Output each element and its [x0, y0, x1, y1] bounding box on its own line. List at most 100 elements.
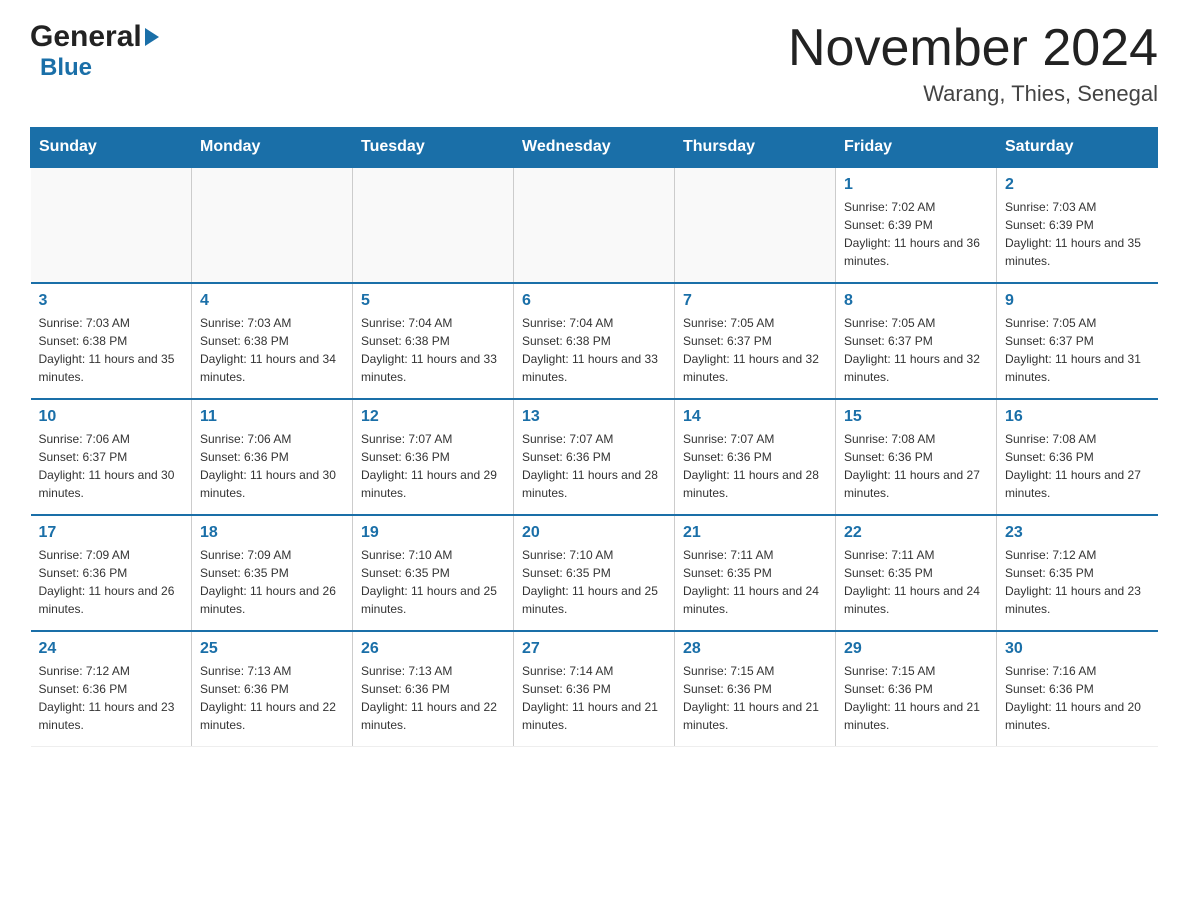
day-number: 22 — [844, 524, 988, 542]
day-number: 7 — [683, 292, 827, 310]
day-number: 20 — [522, 524, 666, 542]
day-info: Sunrise: 7:07 AM Sunset: 6:36 PM Dayligh… — [683, 430, 827, 502]
day-info: Sunrise: 7:06 AM Sunset: 6:36 PM Dayligh… — [200, 430, 344, 502]
day-number: 15 — [844, 408, 988, 426]
day-number: 2 — [1005, 176, 1150, 194]
calendar-week-row: 24 Sunrise: 7:12 AM Sunset: 6:36 PM Dayli… — [31, 631, 1158, 747]
day-of-week-header: Saturday — [997, 128, 1158, 168]
calendar-cell: 4Sunrise: 7:03 AM Sunset: 6:38 PM Daylig… — [192, 283, 353, 399]
day-number: 6 — [522, 292, 666, 310]
day-number: 8 — [844, 292, 988, 310]
calendar-cell — [514, 167, 675, 283]
calendar-cell: 15 Sunrise: 7:08 AM Sunset: 6:36 PM Dayli… — [836, 399, 997, 515]
calendar-cell — [192, 167, 353, 283]
day-number: 16 — [1005, 408, 1150, 426]
calendar-cell: 28 Sunrise: 7:15 AM Sunset: 6:36 PM Dayli… — [675, 631, 836, 747]
calendar-cell: 6 Sunrise: 7:04 AM Sunset: 6:38 PM Daylig… — [514, 283, 675, 399]
calendar-cell: 2 Sunrise: 7:03 AM Sunset: 6:39 PM Daylig… — [997, 167, 1158, 283]
day-of-week-header: Wednesday — [514, 128, 675, 168]
calendar-cell: 30Sunrise: 7:16 AM Sunset: 6:36 PM Dayli… — [997, 631, 1158, 747]
logo-triangle-icon — [145, 28, 159, 46]
day-info: Sunrise: 7:16 AM Sunset: 6:36 PM Dayligh… — [1005, 662, 1150, 734]
calendar-cell: 12 Sunrise: 7:07 AM Sunset: 6:36 PM Dayli… — [353, 399, 514, 515]
calendar-header-row: SundayMondayTuesdayWednesdayThursdayFrid… — [31, 128, 1158, 168]
calendar-cell: 25Sunrise: 7:13 AM Sunset: 6:36 PM Dayli… — [192, 631, 353, 747]
logo-blue-text: Blue — [40, 54, 92, 81]
calendar-cell: 14 Sunrise: 7:07 AM Sunset: 6:36 PM Dayli… — [675, 399, 836, 515]
day-number: 10 — [39, 408, 184, 426]
day-info: Sunrise: 7:12 AM Sunset: 6:36 PM Dayligh… — [39, 662, 184, 734]
day-number: 26 — [361, 640, 505, 658]
calendar-week-row: 10 Sunrise: 7:06 AM Sunset: 6:37 PM Dayli… — [31, 399, 1158, 515]
day-number: 19 — [361, 524, 505, 542]
day-number: 12 — [361, 408, 505, 426]
day-of-week-header: Sunday — [31, 128, 192, 168]
day-number: 14 — [683, 408, 827, 426]
calendar-week-row: 3 Sunrise: 7:03 AM Sunset: 6:38 PM Daylig… — [31, 283, 1158, 399]
day-info: Sunrise: 7:06 AM Sunset: 6:37 PM Dayligh… — [39, 430, 184, 502]
day-info: Sunrise: 7:08 AM Sunset: 6:36 PM Dayligh… — [1005, 430, 1150, 502]
day-info: Sunrise: 7:03 AM Sunset: 6:39 PM Dayligh… — [1005, 198, 1150, 270]
day-number: 1 — [844, 176, 988, 194]
calendar-cell: 20 Sunrise: 7:10 AM Sunset: 6:35 PM Dayli… — [514, 515, 675, 631]
calendar-cell: 9 Sunrise: 7:05 AM Sunset: 6:37 PM Daylig… — [997, 283, 1158, 399]
calendar-cell: 18 Sunrise: 7:09 AM Sunset: 6:35 PM Dayli… — [192, 515, 353, 631]
day-info: Sunrise: 7:11 AM Sunset: 6:35 PM Dayligh… — [683, 546, 827, 618]
day-number: 24 — [39, 640, 184, 658]
calendar-cell: 21 Sunrise: 7:11 AM Sunset: 6:35 PM Dayli… — [675, 515, 836, 631]
day-number: 9 — [1005, 292, 1150, 310]
day-number: 18 — [200, 524, 344, 542]
day-info: Sunrise: 7:13 AM Sunset: 6:36 PM Dayligh… — [361, 662, 505, 734]
calendar-week-row: 17Sunrise: 7:09 AM Sunset: 6:36 PM Dayli… — [31, 515, 1158, 631]
day-of-week-header: Friday — [836, 128, 997, 168]
day-number: 21 — [683, 524, 827, 542]
day-info: Sunrise: 7:15 AM Sunset: 6:36 PM Dayligh… — [844, 662, 988, 734]
day-number: 28 — [683, 640, 827, 658]
calendar-cell: 7 Sunrise: 7:05 AM Sunset: 6:37 PM Daylig… — [675, 283, 836, 399]
day-info: Sunrise: 7:07 AM Sunset: 6:36 PM Dayligh… — [361, 430, 505, 502]
calendar-cell: 24 Sunrise: 7:12 AM Sunset: 6:36 PM Dayli… — [31, 631, 192, 747]
calendar-cell: 11 Sunrise: 7:06 AM Sunset: 6:36 PM Dayli… — [192, 399, 353, 515]
day-number: 3 — [39, 292, 184, 310]
day-of-week-header: Monday — [192, 128, 353, 168]
calendar-cell: 17Sunrise: 7:09 AM Sunset: 6:36 PM Dayli… — [31, 515, 192, 631]
calendar-cell: 13Sunrise: 7:07 AM Sunset: 6:36 PM Dayli… — [514, 399, 675, 515]
day-info: Sunrise: 7:10 AM Sunset: 6:35 PM Dayligh… — [361, 546, 505, 618]
calendar-cell: 16 Sunrise: 7:08 AM Sunset: 6:36 PM Dayli… — [997, 399, 1158, 515]
day-of-week-header: Tuesday — [353, 128, 514, 168]
calendar-cell: 29 Sunrise: 7:15 AM Sunset: 6:36 PM Dayli… — [836, 631, 997, 747]
day-number: 29 — [844, 640, 988, 658]
calendar-cell: 26 Sunrise: 7:13 AM Sunset: 6:36 PM Dayli… — [353, 631, 514, 747]
day-info: Sunrise: 7:04 AM Sunset: 6:38 PM Dayligh… — [522, 314, 666, 386]
day-info: Sunrise: 7:02 AM Sunset: 6:39 PM Dayligh… — [844, 198, 988, 270]
calendar-cell — [353, 167, 514, 283]
page-header: General Blue November 2024 Warang, Thies… — [30, 20, 1158, 107]
day-info: Sunrise: 7:05 AM Sunset: 6:37 PM Dayligh… — [683, 314, 827, 386]
page-title: November 2024 — [788, 20, 1158, 77]
calendar-week-row: 1 Sunrise: 7:02 AM Sunset: 6:39 PM Daylig… — [31, 167, 1158, 283]
page-subtitle: Warang, Thies, Senegal — [788, 81, 1158, 107]
calendar-cell: 22 Sunrise: 7:11 AM Sunset: 6:35 PM Dayli… — [836, 515, 997, 631]
day-info: Sunrise: 7:15 AM Sunset: 6:36 PM Dayligh… — [683, 662, 827, 734]
title-block: November 2024 Warang, Thies, Senegal — [788, 20, 1158, 107]
day-info: Sunrise: 7:05 AM Sunset: 6:37 PM Dayligh… — [1005, 314, 1150, 386]
day-info: Sunrise: 7:05 AM Sunset: 6:37 PM Dayligh… — [844, 314, 988, 386]
day-info: Sunrise: 7:10 AM Sunset: 6:35 PM Dayligh… — [522, 546, 666, 618]
calendar-cell: 23Sunrise: 7:12 AM Sunset: 6:35 PM Dayli… — [997, 515, 1158, 631]
day-number: 17 — [39, 524, 184, 542]
calendar-cell: 3Sunrise: 7:03 AM Sunset: 6:38 PM Daylig… — [31, 283, 192, 399]
calendar-cell: 1 Sunrise: 7:02 AM Sunset: 6:39 PM Daylig… — [836, 167, 997, 283]
day-info: Sunrise: 7:03 AM Sunset: 6:38 PM Dayligh… — [200, 314, 344, 386]
calendar-cell — [31, 167, 192, 283]
calendar-cell — [675, 167, 836, 283]
day-number: 27 — [522, 640, 666, 658]
day-info: Sunrise: 7:09 AM Sunset: 6:35 PM Dayligh… — [200, 546, 344, 618]
day-number: 5 — [361, 292, 505, 310]
day-number: 23 — [1005, 524, 1150, 542]
day-info: Sunrise: 7:08 AM Sunset: 6:36 PM Dayligh… — [844, 430, 988, 502]
day-info: Sunrise: 7:14 AM Sunset: 6:36 PM Dayligh… — [522, 662, 666, 734]
day-info: Sunrise: 7:07 AM Sunset: 6:36 PM Dayligh… — [522, 430, 666, 502]
logo: General Blue — [30, 20, 159, 82]
day-info: Sunrise: 7:11 AM Sunset: 6:35 PM Dayligh… — [844, 546, 988, 618]
day-number: 11 — [200, 408, 344, 426]
